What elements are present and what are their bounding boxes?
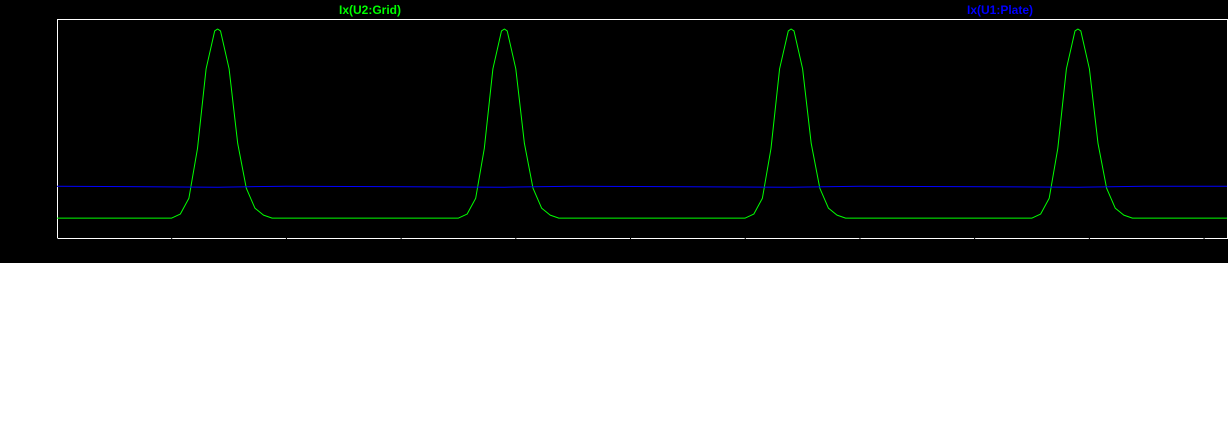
x-tick-label: 228.4ms [951,245,999,259]
y-tick-label: 80mA [19,131,52,145]
x-axis: 225.2ms 225.6ms 226.0ms 226.4ms 226.8ms 227.2… [33,238,1228,259]
y-tick-label: -20mA [15,231,52,245]
y-tick-label: 0mA [26,211,52,225]
x-tick-label: 228.8ms [1066,245,1114,259]
y-tick-label: 20mA [19,191,52,205]
legend: Ix(U2:Grid) Ix(U1:Plate) [339,3,1033,17]
x-tick-label: 226.0ms [263,245,311,259]
y-tick-label: 160mA [13,52,53,66]
x-tick-label: 227.2ms [607,245,655,259]
y-tick-label: 60mA [19,151,52,165]
x-tick-label: 226.4ms [377,245,425,259]
y-tick-label: 200mA [13,12,53,26]
y-tick-label: 180mA [13,32,53,46]
waveform-plot-pane[interactable]: 200mA 180mA 160mA 140mA 120mA 100mA 80mA 60mA 40… [0,0,1228,263]
y-tick-label: 100mA [13,112,53,126]
y-tick-label: 140mA [13,72,53,86]
y-tick-label: 40mA [19,171,52,185]
x-tick-label: 229.2ms [1180,245,1228,259]
plot-frame [57,19,1228,239]
waveform-plot[interactable]: 200mA 180mA 160mA 140mA 120mA 100mA 80mA 60mA 40… [0,0,1228,263]
legend-label-plate-current[interactable]: Ix(U1:Plate) [967,3,1033,17]
x-tick-label: 225.6ms [148,245,196,259]
x-tick-label: 226.8ms [492,245,540,259]
y-axis: 200mA 180mA 160mA 140mA 120mA 100mA 80mA 60mA 40… [13,12,57,245]
x-tick-label: 225.2ms [33,245,81,259]
x-tick-label: 227.6ms [722,245,770,259]
x-tick-label: 228.0ms [836,245,884,259]
y-tick-label: 120mA [13,92,53,106]
legend-label-grid-current[interactable]: Ix(U2:Grid) [339,3,401,17]
